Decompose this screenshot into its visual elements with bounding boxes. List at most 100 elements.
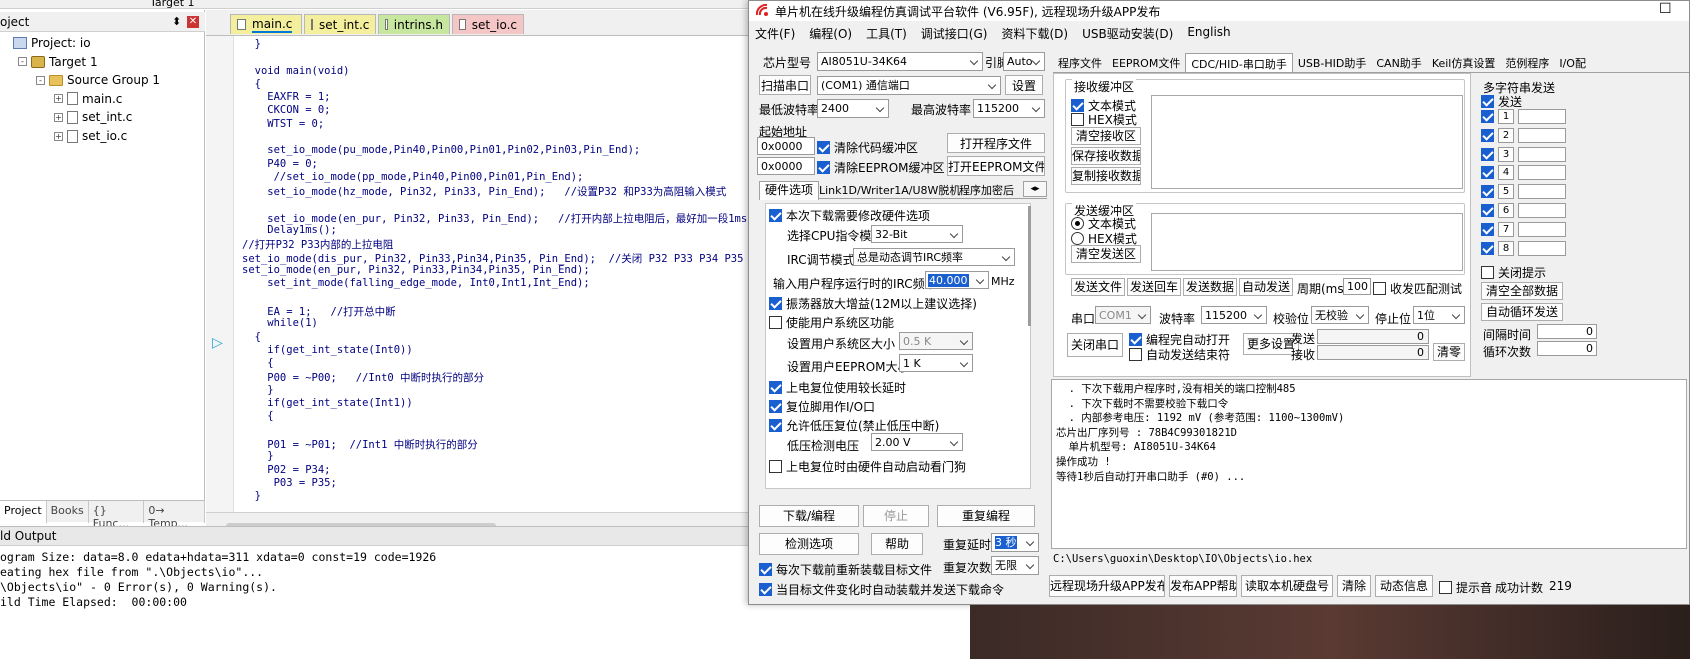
clear-rx-button[interactable]: 清空接收区 xyxy=(1071,127,1141,145)
multi-send-index[interactable]: 3 xyxy=(1498,146,1514,162)
lvd-select[interactable]: 2.00 V xyxy=(871,433,963,451)
repeat-count-select[interactable]: 无限 xyxy=(991,556,1039,575)
multi-send-row[interactable]: 5 xyxy=(1481,184,1566,200)
stop-bits-select[interactable]: 1位 xyxy=(1413,306,1465,324)
close-tip-checkbox[interactable]: 关闭提示 xyxy=(1481,264,1546,281)
interval-input[interactable]: 0 xyxy=(1537,324,1597,339)
multi-send-index[interactable]: 6 xyxy=(1498,203,1514,218)
code-addr-input[interactable]: 0x0000 xyxy=(757,137,815,155)
period-input[interactable]: 100 xyxy=(1343,278,1371,295)
multi-send-index[interactable]: 4 xyxy=(1498,165,1514,181)
port-settings-button[interactable]: 设置 xyxy=(1005,75,1043,95)
help-button[interactable]: 帮助 xyxy=(871,533,923,555)
right-tab[interactable]: Keil仿真设置 xyxy=(1427,53,1501,72)
auto-loop-button[interactable]: 自动循环发送 xyxy=(1481,303,1563,321)
right-tab[interactable]: 范例程序 xyxy=(1500,53,1554,72)
max-baud-select[interactable]: 115200 xyxy=(973,99,1045,118)
multi-send-row[interactable]: 7 xyxy=(1481,221,1566,237)
parity-select[interactable]: 无校验 xyxy=(1311,306,1369,324)
remote-publish-button[interactable]: 远程现场升级APP发布 xyxy=(1049,575,1165,597)
multi-send-input[interactable] xyxy=(1518,184,1566,200)
multi-send-row[interactable]: 6 xyxy=(1481,203,1566,218)
auto-load-checkbox[interactable]: 当目标文件变化时自动装载并发送下载命令 xyxy=(759,581,1004,598)
match-test-checkbox[interactable]: 收发匹配测试 xyxy=(1373,280,1462,297)
project-bottom-tab[interactable]: {} Func... xyxy=(89,501,145,530)
right-tab[interactable]: USB-HID助手 xyxy=(1293,53,1372,72)
menu-item[interactable]: English xyxy=(1187,25,1230,42)
menu-item[interactable]: 文件(F) xyxy=(755,25,795,42)
multi-send-index[interactable]: 5 xyxy=(1498,184,1514,200)
right-tab[interactable]: CDC/HID-串口助手 xyxy=(1185,53,1293,72)
publish-help-button[interactable]: 发布APP帮助 xyxy=(1169,575,1237,597)
repeat-delay-value[interactable]: 3 秒 xyxy=(995,536,1017,549)
right-tab[interactable]: EEPROM文件 xyxy=(1107,53,1185,72)
project-bottom-tab[interactable]: Books xyxy=(47,501,89,523)
long-delay-checkbox[interactable]: 上电复位使用较长延时 xyxy=(769,379,906,396)
pins-select[interactable]: Auto xyxy=(1003,52,1045,71)
editor-tab[interactable]: set_int.c xyxy=(304,14,376,34)
tone-checkbox[interactable]: 提示音 xyxy=(1439,579,1492,596)
tx-textarea[interactable] xyxy=(1151,213,1463,271)
multi-send-row-checkbox[interactable] xyxy=(1481,128,1494,142)
save-rx-button[interactable]: 保存接收数据 xyxy=(1071,147,1141,165)
pin-icon[interactable]: ⬍ xyxy=(172,15,181,28)
multi-send-input[interactable] xyxy=(1518,127,1566,143)
multi-send-index[interactable]: 1 xyxy=(1498,109,1514,124)
user-sys-size-select[interactable]: 0.5 K xyxy=(899,332,973,350)
stop-button[interactable]: 停止 xyxy=(863,505,929,527)
multi-send-row-checkbox[interactable] xyxy=(1481,185,1494,199)
multi-send-checkbox[interactable]: 发送 xyxy=(1481,93,1522,110)
multi-send-index[interactable]: 2 xyxy=(1498,127,1514,143)
reset-io-checkbox[interactable]: 复位脚用作I/O口 xyxy=(769,398,875,415)
multi-send-row[interactable]: 8 xyxy=(1481,240,1566,256)
editor-tab[interactable]: main.c xyxy=(230,14,302,34)
multi-send-input[interactable] xyxy=(1518,203,1566,218)
tab-hardware-options[interactable]: 硬件选项 xyxy=(759,181,820,200)
tree-toggle-icon[interactable]: + xyxy=(54,94,63,104)
multi-send-row[interactable]: 3 xyxy=(1481,146,1566,162)
download-button[interactable]: 下载/编程 xyxy=(759,505,859,527)
project-bottom-tab[interactable]: Project xyxy=(0,501,47,523)
auto-end-checkbox[interactable]: 自动发送结束符 xyxy=(1129,346,1230,363)
tree-item[interactable]: + set_io.c xyxy=(54,127,127,145)
dynamic-info-button[interactable]: 动态信息 xyxy=(1375,575,1433,597)
menu-item[interactable]: 编程(O) xyxy=(809,25,852,42)
send-file-button[interactable]: 发送文件 xyxy=(1071,278,1125,296)
menu-item[interactable]: 调试接口(G) xyxy=(921,25,988,42)
user-sys-checkbox[interactable]: 使能用户系统区功能 xyxy=(769,314,894,331)
tab-link1d[interactable]: Link1D/Writer1A/U8W脱机 xyxy=(819,182,960,199)
tree-item[interactable]: + main.c xyxy=(54,90,122,108)
right-tab[interactable]: CAN助手 xyxy=(1371,53,1426,72)
multi-send-row-checkbox[interactable] xyxy=(1481,241,1494,255)
modify-hw-checkbox[interactable]: 本次下载需要修改硬件选项 xyxy=(769,207,930,224)
multi-send-row-checkbox[interactable] xyxy=(1481,222,1494,236)
osc-gain-checkbox[interactable]: 振荡器放大增益(12M以上建议选择) xyxy=(769,295,977,312)
code-editor[interactable]: ▷ } void main(void) { EAXFR = 1; CKCON =… xyxy=(206,36,750,512)
clear-count-button[interactable]: 清零 xyxy=(1433,343,1465,361)
multi-send-row-checkbox[interactable] xyxy=(1481,166,1494,180)
multi-send-input[interactable] xyxy=(1518,109,1566,124)
project-bottom-tab[interactable]: 0→ Temp... xyxy=(144,501,205,530)
tab-scroll-arrows-icon[interactable]: ◂▸ xyxy=(1023,181,1047,197)
scan-port-button[interactable]: 扫描串口 xyxy=(759,75,811,95)
multi-send-row-checkbox[interactable] xyxy=(1481,110,1494,123)
close-port-button[interactable]: 关闭串口 xyxy=(1067,333,1123,357)
minimize-icon[interactable]: ☐ xyxy=(1659,1,1672,17)
eeprom-addr-input[interactable]: 0x0000 xyxy=(757,157,815,175)
tab-encryption[interactable]: 程序加密后 xyxy=(959,182,1014,199)
clear-log-button[interactable]: 清除 xyxy=(1337,575,1371,597)
close-icon[interactable]: ✕ xyxy=(187,16,199,28)
repeat-delay-select[interactable]: 3 秒 xyxy=(991,533,1039,552)
chip-select[interactable]: AI8051U-34K64 xyxy=(817,52,983,71)
wdt-checkbox[interactable]: 上电复位时由硬件自动启动看门狗 xyxy=(769,458,966,475)
menu-item[interactable]: 资料下载(D) xyxy=(1001,25,1068,42)
open-eeprom-button[interactable]: 打开EEPROM文件 xyxy=(947,156,1045,176)
clear-tx-button[interactable]: 清空发送区 xyxy=(1071,245,1141,263)
multi-send-index[interactable]: 7 xyxy=(1498,221,1514,237)
copy-rx-button[interactable]: 复制接收数据 xyxy=(1071,167,1141,185)
multi-send-row-checkbox[interactable] xyxy=(1481,204,1494,217)
lvr-checkbox[interactable]: 允许低压复位(禁止低压中断) xyxy=(769,417,939,434)
send-data-button[interactable]: 发送数据 xyxy=(1183,278,1237,296)
menu-item[interactable]: USB驱动安装(D) xyxy=(1082,25,1173,42)
tree-toggle-icon[interactable]: - xyxy=(36,75,45,85)
